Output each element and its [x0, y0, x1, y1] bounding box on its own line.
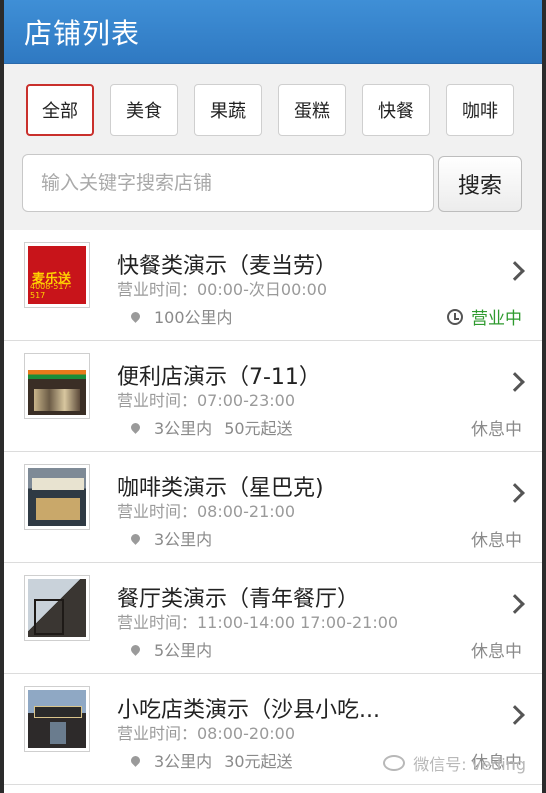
status-label: 休息中 — [471, 642, 522, 662]
store-meta: 100公里内 — [129, 304, 233, 328]
store-thumbnail: 麦乐送 4008-517-517 — [24, 242, 90, 308]
image-text: 4008-517-517 — [30, 282, 72, 300]
tab-cake[interactable]: 蛋糕 — [278, 84, 346, 136]
store-hours: 营业时间：08:00-20:00 — [117, 724, 295, 743]
store-hours: 营业时间：07:00-23:00 — [117, 391, 295, 410]
status-label: 营业中 — [471, 309, 522, 329]
location-pin-icon — [129, 309, 142, 323]
store-meta: 5公里内 — [129, 637, 213, 661]
mcdonalds-image: 麦乐送 4008-517-517 — [28, 246, 86, 304]
store-status: 休息中 — [471, 637, 522, 662]
store-status: 休息中 — [471, 415, 522, 440]
store-item[interactable]: 便利店演示（7-11） 营业时间：07:00-23:00 3公里内 50元起送 … — [4, 341, 542, 452]
store-item[interactable]: 咖啡类演示（星巴克) 营业时间：08:00-21:00 3公里内 休息中 — [4, 452, 542, 563]
location-pin-icon — [129, 753, 142, 767]
status-label: 休息中 — [471, 420, 522, 440]
store-list: 麦乐送 4008-517-517 快餐类演示（麦当劳） 营业时间：00:00-次… — [4, 230, 542, 785]
store-min-order: 30元起送 — [224, 752, 293, 771]
location-pin-icon — [129, 531, 142, 545]
store-status: 营业中 — [447, 304, 522, 329]
search-input[interactable] — [22, 154, 434, 212]
location-pin-icon — [129, 420, 142, 434]
chevron-right-icon[interactable] — [505, 705, 525, 725]
starbucks-image — [28, 468, 86, 526]
store-status: 休息中 — [471, 526, 522, 551]
store-thumbnail — [24, 575, 90, 641]
chevron-right-icon[interactable] — [505, 483, 525, 503]
clock-icon — [447, 308, 463, 325]
app-screen: 店铺列表 全部 美食 果蔬 蛋糕 快餐 咖啡 搜索 麦乐送 4008-517-5… — [4, 0, 542, 793]
top-bar: 店铺列表 — [4, 0, 542, 64]
wechat-icon — [383, 755, 406, 771]
store-thumbnail — [24, 686, 90, 752]
tab-all[interactable]: 全部 — [26, 84, 94, 136]
category-tabs: 全部 美食 果蔬 蛋糕 快餐 咖啡 — [26, 84, 530, 136]
store-meta: 3公里内 50元起送 — [129, 415, 293, 439]
store-item[interactable]: 麦乐送 4008-517-517 快餐类演示（麦当劳） 营业时间：00:00-次… — [4, 230, 542, 341]
store-distance: 5公里内 — [154, 641, 213, 660]
watermark-text: 微信号: veding — [413, 755, 526, 774]
chevron-right-icon[interactable] — [505, 594, 525, 614]
store-thumbnail — [24, 353, 90, 419]
store-hours: 营业时间：00:00-次日00:00 — [117, 280, 327, 299]
tab-coffee[interactable]: 咖啡 — [446, 84, 514, 136]
status-label: 休息中 — [471, 531, 522, 551]
store-meta: 3公里内 — [129, 526, 213, 550]
snack-shop-image — [28, 690, 86, 748]
wechat-watermark: 微信号: veding — [383, 751, 526, 775]
chevron-right-icon[interactable] — [505, 261, 525, 281]
chevron-right-icon[interactable] — [505, 372, 525, 392]
store-hours: 营业时间：11:00-14:00 17:00-21:00 — [117, 613, 399, 632]
tab-fruit-veg[interactable]: 果蔬 — [194, 84, 262, 136]
search-row: 搜索 — [22, 154, 522, 212]
page-title: 店铺列表 — [24, 16, 141, 50]
restaurant-image — [28, 579, 86, 637]
7-eleven-image — [28, 357, 86, 415]
location-pin-icon — [129, 642, 142, 656]
store-distance: 3公里内 — [154, 752, 213, 771]
search-button[interactable]: 搜索 — [438, 156, 522, 212]
store-distance: 3公里内 — [154, 530, 213, 549]
store-min-order: 50元起送 — [224, 419, 293, 438]
store-thumbnail — [24, 464, 90, 530]
store-distance: 3公里内 — [154, 419, 213, 438]
tab-fastfood[interactable]: 快餐 — [362, 84, 430, 136]
store-distance: 100公里内 — [154, 308, 233, 327]
tab-food[interactable]: 美食 — [110, 84, 178, 136]
store-meta: 3公里内 30元起送 — [129, 748, 293, 772]
store-hours: 营业时间：08:00-21:00 — [117, 502, 295, 521]
store-item[interactable]: 餐厅类演示（青年餐厅） 营业时间：11:00-14:00 17:00-21:00… — [4, 563, 542, 674]
